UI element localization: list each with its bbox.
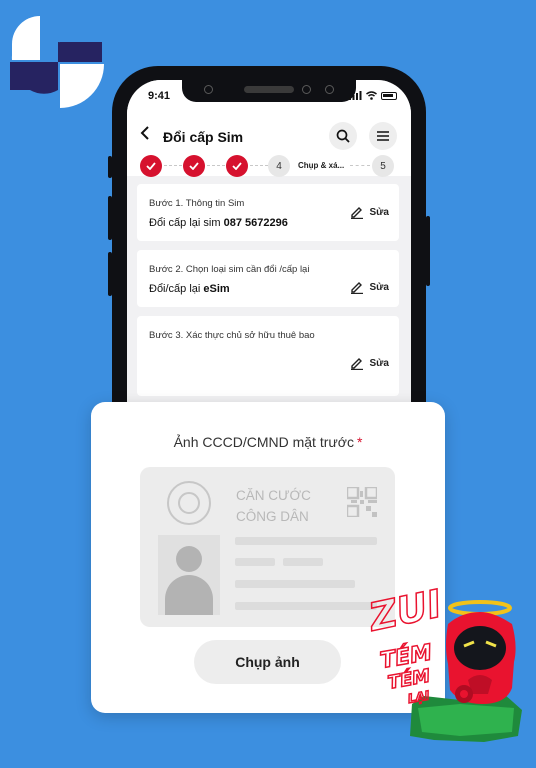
- id-card-title: CĂN CƯỚC CÔNG DÂN: [236, 488, 311, 524]
- card-label: Bước 1. Thông tin Sim: [149, 198, 245, 209]
- phone-notch: [182, 80, 356, 102]
- step-5[interactable]: 5: [372, 155, 394, 177]
- step-1-done[interactable]: [140, 155, 162, 177]
- pencil-icon: [350, 207, 363, 219]
- card-value: Đổi cấp lại sim 087 5672296: [149, 217, 288, 229]
- take-photo-button[interactable]: Chụp ảnh: [194, 640, 341, 684]
- checkmark-icon: [146, 162, 156, 170]
- step-4-label: Chụp & xá...: [298, 161, 345, 170]
- menu-icon: [377, 131, 389, 141]
- step-4-current[interactable]: 4: [268, 155, 290, 177]
- text-line-placeholder: [235, 558, 275, 566]
- status-bar: 9:41: [127, 80, 411, 116]
- edit-button[interactable]: Sửa: [350, 205, 389, 219]
- checkmark-icon: [232, 162, 242, 170]
- step-3-done[interactable]: [226, 155, 248, 177]
- id-card-placeholder[interactable]: CĂN CƯỚC CÔNG DÂN: [140, 467, 395, 627]
- search-icon: [336, 129, 350, 143]
- qr-code-icon: [347, 487, 377, 517]
- system-icons: [349, 91, 397, 100]
- card-label: Bước 3. Xác thực chủ sở hữu thuê bao: [149, 330, 315, 341]
- steps-list: Bước 1. Thông tin Sim Đổi cấp lại sim 08…: [137, 184, 399, 405]
- brand-logo: [10, 16, 104, 108]
- progress-stepper: 4 Chụp & xá... 5: [140, 155, 400, 177]
- text-line-placeholder: [235, 537, 377, 545]
- step-card-2: Bước 2. Chọn loại sim cần đổi /cấp lại Đ…: [137, 250, 399, 307]
- menu-button[interactable]: [369, 122, 397, 150]
- battery-icon: [381, 91, 397, 100]
- national-emblem-icon: [167, 481, 211, 525]
- card-value: Đổi/cấp lại eSim: [149, 283, 230, 295]
- text-line-placeholder: [283, 558, 323, 566]
- popup-title: Ảnh CCCD/CMND mặt trước *: [173, 434, 363, 450]
- back-arrow-icon[interactable]: [139, 126, 151, 145]
- card-label: Bước 2. Chọn loại sim cần đổi /cấp lại: [149, 264, 310, 275]
- status-time: 9:41: [148, 90, 171, 102]
- step-2-done[interactable]: [183, 155, 205, 177]
- search-button[interactable]: [329, 122, 357, 150]
- signal-icon: [349, 91, 362, 100]
- page-title: Đổi cấp Sim: [163, 129, 244, 145]
- wifi-icon: [366, 91, 377, 100]
- checkmark-icon: [189, 162, 199, 170]
- app-bar: Đổi cấp Sim 4 Chụp & xá... 5: [127, 116, 411, 177]
- sticker-text-zui: ZUI: [364, 586, 445, 640]
- pencil-icon: [350, 282, 363, 294]
- text-line-placeholder: [235, 602, 377, 610]
- step-card-1: Bước 1. Thông tin Sim Đổi cấp lại sim 08…: [137, 184, 399, 241]
- mascot-sticker: ZUI TÉM TÉM LẠI: [364, 586, 522, 742]
- text-line-placeholder: [235, 580, 355, 588]
- portrait-placeholder: [158, 535, 220, 615]
- required-mark: *: [356, 434, 363, 450]
- edit-button[interactable]: Sửa: [350, 356, 389, 370]
- step-card-3: Bước 3. Xác thực chủ sở hữu thuê bao Sửa: [137, 316, 399, 396]
- pencil-icon: [350, 358, 363, 370]
- edit-button[interactable]: Sửa: [350, 280, 389, 294]
